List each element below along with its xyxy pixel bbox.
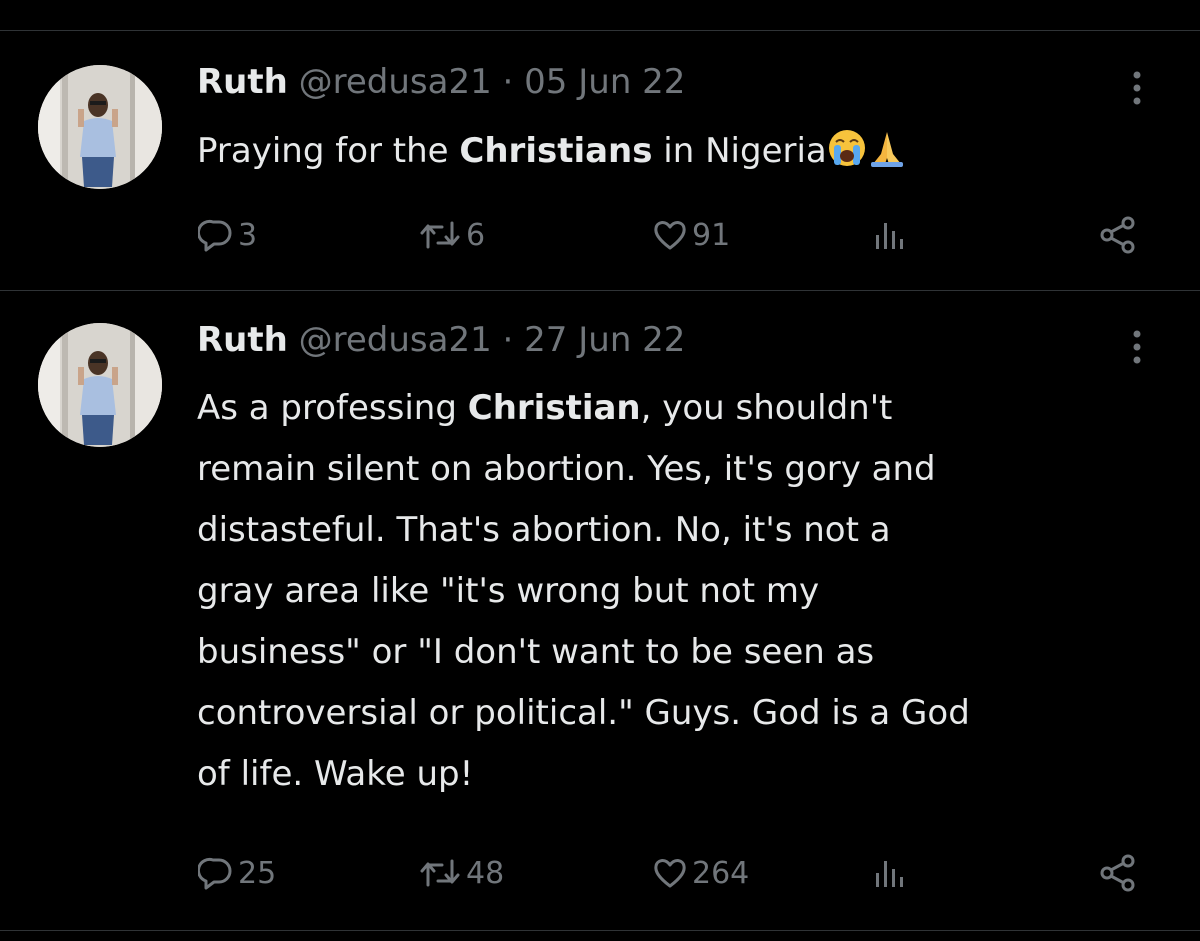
reply-icon <box>198 857 232 890</box>
tweet-header: Ruth @redusa21 · 27 Jun 22 <box>197 320 685 360</box>
more-button[interactable] <box>1126 327 1148 367</box>
reply-icon <box>198 219 232 252</box>
top-divider <box>0 30 1200 31</box>
bold-word: Christians <box>459 131 653 171</box>
reply-button[interactable]: 25 <box>198 851 276 895</box>
bold-word: Christian <box>467 388 641 428</box>
share-button[interactable] <box>1097 851 1139 895</box>
tweet-text-line: gray area like "it's wrong but not my <box>197 571 820 611</box>
share-icon <box>1100 854 1135 892</box>
like-count: 91 <box>692 217 731 253</box>
like-button[interactable]: 264 <box>652 851 749 895</box>
tweet-text-line: As a professing Christian, you shouldn't <box>197 388 893 428</box>
avatar[interactable] <box>38 323 162 447</box>
share-icon <box>1100 216 1135 254</box>
tweet-header: Ruth @redusa21 · 05 Jun 22 <box>197 62 685 102</box>
more-icon <box>1133 330 1141 364</box>
like-button[interactable]: 91 <box>652 213 730 257</box>
author-name[interactable]: Ruth <box>197 320 288 360</box>
retweet-icon <box>420 221 460 249</box>
like-icon <box>654 859 686 888</box>
retweet-count: 6 <box>466 217 486 253</box>
tweet-text-line: business" or "I don't want to be seen as <box>197 632 875 672</box>
tweet-text: Praying for the Christians in Nigeria <box>197 121 1187 188</box>
retweet-icon <box>420 859 460 887</box>
reply-button[interactable]: 3 <box>198 213 257 257</box>
tweet-text-line: distasteful. That's abortion. No, it's n… <box>197 510 891 550</box>
retweet-button[interactable]: 6 <box>418 213 485 257</box>
share-button[interactable] <box>1097 213 1139 257</box>
loudly-crying-face-icon <box>827 127 867 188</box>
tweet-text-line: controversial or political." Guys. God i… <box>197 693 970 733</box>
reply-count: 3 <box>238 217 258 253</box>
tweet-divider <box>0 290 1200 291</box>
bottom-divider <box>0 930 1200 931</box>
like-count: 264 <box>692 855 750 891</box>
tweet-text: As a professing Christian, you shouldn't… <box>197 378 1187 805</box>
tweet-text-line: of life. Wake up! <box>197 754 474 794</box>
tweet-text-line: remain silent on abortion. Yes, it's gor… <box>197 449 936 489</box>
tweet-actions: 25 48 264 <box>0 851 1200 895</box>
author-name[interactable]: Ruth <box>197 62 288 102</box>
reply-count: 25 <box>238 855 277 891</box>
like-icon <box>654 221 686 250</box>
retweet-count: 48 <box>466 855 505 891</box>
retweet-button[interactable]: 48 <box>418 851 504 895</box>
more-icon <box>1133 71 1141 105</box>
views-icon <box>876 223 903 249</box>
views-icon <box>876 861 903 887</box>
author-meta[interactable]: @redusa21 · 27 Jun 22 <box>299 320 686 360</box>
views-button[interactable] <box>870 851 910 895</box>
tweet-actions: 3 6 91 <box>0 213 1200 257</box>
author-meta[interactable]: @redusa21 · 05 Jun 22 <box>299 62 686 102</box>
more-button[interactable] <box>1126 68 1148 108</box>
avatar[interactable] <box>38 65 162 189</box>
views-button[interactable] <box>870 213 910 257</box>
folded-hands-icon <box>867 127 907 188</box>
